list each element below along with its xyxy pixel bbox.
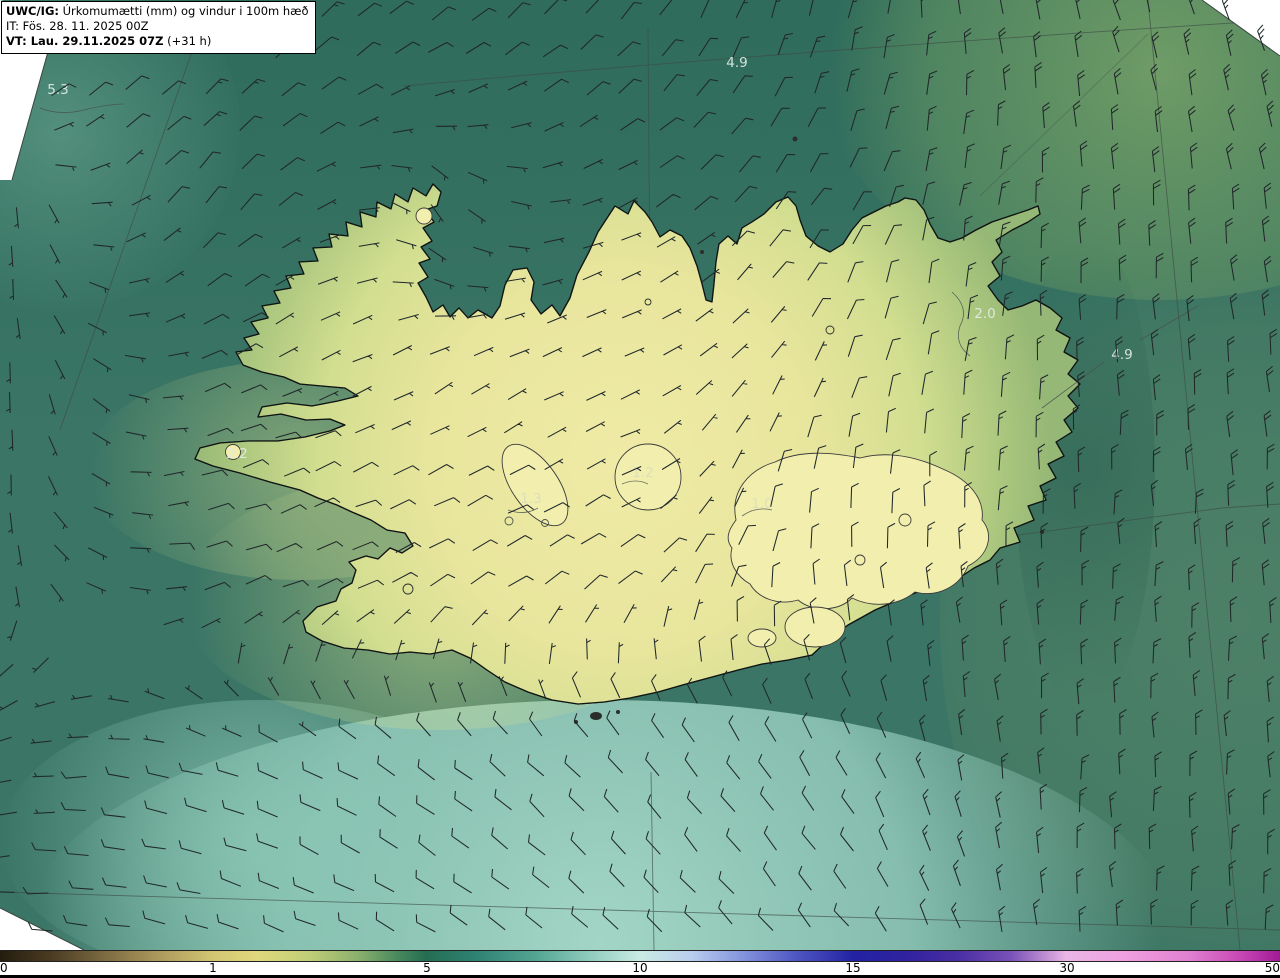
map-canvas: 5.3 4.9 2.0 4.9 2.2 1.3 1.2 1.0 UWC/IG: Úrkomum… <box>0 0 1280 950</box>
glacier-myrdalsjokull <box>784 606 846 648</box>
island-hrisey <box>700 250 704 254</box>
contour-label: 1.3 <box>520 491 541 507</box>
colorbar: 0 1 5 10 15 30 50 <box>0 950 1280 978</box>
colorbar-tick-labels: 0 1 5 10 15 30 50 <box>0 961 1280 975</box>
colorbar-tick: 0 <box>0 961 8 975</box>
contour-label: 4.9 <box>1111 347 1132 363</box>
glacier-eyjafjallajokull <box>747 628 777 648</box>
weather-chart: 5.3 4.9 2.0 4.9 2.2 1.3 1.2 1.0 UWC/IG: Úrkomum… <box>0 0 1280 978</box>
contour-label: 2.2 <box>226 446 247 462</box>
glacier-vatnajokull <box>727 452 990 610</box>
colorbar-tick: 10 <box>632 961 648 975</box>
island <box>616 710 620 714</box>
title-line-model: UWC/IG: Úrkomumætti (mm) og vindur i 100… <box>6 4 309 19</box>
island-heimaey <box>590 712 602 720</box>
init-time-line: IT: Fös. 28. 11. 2025 00Z <box>6 19 149 34</box>
model-id: UWC/IG: <box>6 4 59 18</box>
title-box: UWC/IG: Úrkomumætti (mm) og vindur i 100… <box>1 1 316 54</box>
colorbar-tick: 5 <box>423 961 431 975</box>
contour-label: 1.0 <box>751 496 772 512</box>
contour-label: 1.2 <box>632 465 653 481</box>
contour-label: 2.0 <box>974 306 995 322</box>
contour-label: 4.9 <box>726 55 747 71</box>
colorbar-tick: 30 <box>1059 961 1075 975</box>
colorbar-tick: 1 <box>209 961 217 975</box>
contour-label: 5.3 <box>47 82 68 98</box>
valid-time-line: VT: Lau. 29.11.2025 07Z (+31 h) <box>6 34 212 49</box>
colorbar-tick: 50 <box>1264 961 1280 975</box>
glacier-drangajokull <box>415 207 433 225</box>
iceland-precip-wind-map: 5.3 4.9 2.0 4.9 2.2 1.3 1.2 1.0 <box>0 0 1280 950</box>
colorbar-tick: 15 <box>845 961 861 975</box>
island-grimsey <box>792 136 798 142</box>
field-title: Úrkomumætti (mm) og vindur i 100m hæð <box>62 4 309 18</box>
